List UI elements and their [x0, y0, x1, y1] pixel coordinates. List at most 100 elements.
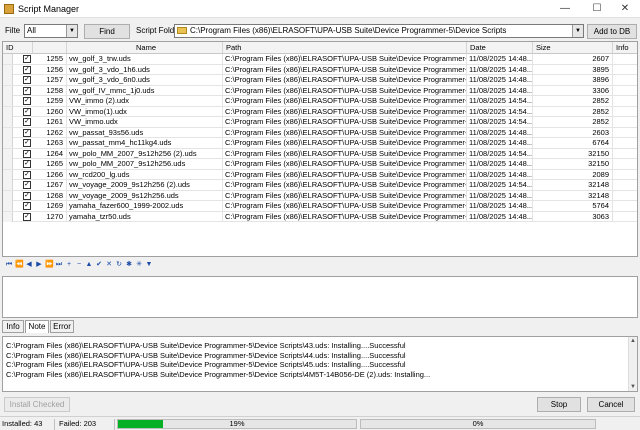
table-row[interactable]: ✓ 1269 yamaha_fazer600_1999-2002.uds C:\Pro… [3, 201, 637, 212]
table-row[interactable]: ✓ 1261 VW_immo.udx C:\Program Files (x86)\E… [3, 117, 637, 128]
nav-next-icon[interactable]: ▶ [35, 261, 43, 269]
nav-post-icon[interactable]: ✔ [95, 261, 103, 269]
nav-insert-icon[interactable]: + [65, 261, 73, 269]
row-checkbox[interactable]: ✓ [23, 212, 31, 221]
column-header-id[interactable]: ID [3, 42, 33, 54]
row-checkbox[interactable]: ✓ [23, 160, 31, 168]
cell-name: VW_immo(1).udx [67, 106, 223, 117]
nav-next-page-icon[interactable]: ⏩ [45, 261, 54, 269]
table-row[interactable]: ✓ 1266 vw_rcd200_lg.uds C:\Program Files (x… [3, 169, 637, 180]
table-row[interactable]: ✓ 1262 vw_passat_93s56.uds C:\Program Files… [3, 127, 637, 138]
nav-delete-icon[interactable]: − [75, 261, 83, 269]
stop-button[interactable]: Stop [537, 397, 581, 412]
cell-path: C:\Program Files (x86)\ELRASOFT\UPA-USB … [225, 180, 467, 190]
row-indicator[interactable] [3, 180, 13, 190]
table-row[interactable]: ✓ 1258 vw_golf_IV_mmc_1j0.uds C:\Program Fi… [3, 85, 637, 96]
row-checkbox[interactable]: ✓ [23, 107, 31, 116]
cell-id: 1264 [33, 148, 67, 159]
table-row[interactable]: ✓ 1255 vw_golf_3_trw.uds C:\Program Files (… [3, 54, 637, 65]
column-header-name[interactable]: Name [67, 42, 223, 54]
table-row[interactable]: ✓ 1257 vw_golf_3_vdo_6n0.uds C:\Program Fil… [3, 75, 637, 86]
row-indicator[interactable] [3, 85, 13, 96]
tab-info[interactable]: Info [2, 320, 24, 333]
install-checked-button[interactable]: Install Checked [4, 397, 70, 412]
nav-filter-icon[interactable]: ▼ [145, 261, 153, 269]
nav-first-icon[interactable]: ⏮ [5, 261, 13, 269]
row-checkbox[interactable]: ✓ [23, 202, 31, 210]
table-row[interactable]: ✓ 1267 vw_voyage_2009_9s12h256 (2).uds C:\P… [3, 180, 637, 191]
row-indicator[interactable] [3, 106, 13, 117]
find-button[interactable]: Find [84, 24, 130, 39]
table-row[interactable]: ✓ 1270 yamaha_tzr50.uds C:\Program Files (x… [3, 211, 637, 222]
cancel-button[interactable]: Cancel [587, 397, 635, 412]
nav-settings-icon[interactable]: ✳ [135, 261, 143, 269]
row-checkbox[interactable]: ✓ [23, 118, 31, 126]
nav-cancel-icon[interactable]: ✕ [105, 261, 113, 269]
row-indicator[interactable] [3, 138, 13, 148]
minimize-button[interactable]: — [550, 0, 580, 18]
cell-size: 5764 [533, 201, 613, 211]
log-line: C:\Program Files (x86)\ELRASOFT\UPA-USB … [6, 350, 406, 360]
table-row[interactable]: ✓ 1259 VW_immo (2).udx C:\Program Files (x8… [3, 96, 637, 107]
table-row[interactable]: ✓ 1264 vw_polo_MM_2007_9s12h256 (2).uds C:\… [3, 148, 637, 159]
script-grid[interactable]: ID Name Path Date Size Info ✓ 1255 vw_golf… [2, 41, 638, 257]
table-row[interactable]: ✓ 1260 VW_immo(1).udx C:\Program Files (x86… [3, 106, 637, 117]
table-row[interactable]: ✓ 1265 vw_polo_MM_2007_9s12h256.uds C:\Prog… [3, 159, 637, 170]
row-indicator[interactable] [3, 96, 13, 106]
nav-refresh-icon[interactable]: ↻ [115, 261, 123, 269]
row-indicator[interactable] [3, 148, 13, 159]
chevron-down-icon[interactable]: ▼ [66, 25, 77, 37]
nav-last-icon[interactable]: ⏭ [55, 261, 63, 269]
cell-info [613, 138, 637, 148]
row-checkbox[interactable]: ✓ [23, 86, 31, 95]
log-scrollbar[interactable]: ▲ ▼ [628, 337, 637, 391]
column-header-info[interactable]: Info [613, 42, 637, 54]
row-indicator[interactable] [3, 201, 13, 211]
nav-prev-page-icon[interactable]: ⏪ [15, 261, 24, 269]
cell-name: VW_immo (2).udx [67, 96, 223, 106]
row-indicator[interactable] [3, 159, 13, 169]
app-icon [4, 4, 14, 14]
install-log[interactable]: C:\Program Files (x86)\ELRASOFT\UPA-USB … [2, 336, 638, 392]
script-folder-select[interactable]: C:\Program Files (x86)\ELRASOFT\UPA-USB … [174, 24, 584, 38]
row-indicator[interactable] [3, 117, 13, 127]
scroll-up-icon[interactable]: ▲ [629, 337, 637, 345]
cell-size: 32150 [533, 148, 613, 159]
row-checkbox[interactable]: ✓ [23, 149, 31, 158]
row-indicator[interactable] [3, 54, 13, 64]
nav-apply-filter-icon[interactable]: ✱ [125, 261, 133, 269]
add-to-db-button[interactable]: Add to DB [587, 24, 637, 39]
tab-note[interactable]: Note [25, 320, 49, 333]
nav-edit-icon[interactable]: ▲ [85, 261, 93, 269]
tab-error[interactable]: Error [50, 320, 74, 333]
row-checkbox[interactable]: ✓ [23, 97, 31, 105]
row-indicator[interactable] [3, 75, 13, 85]
window-title: Script Manager [18, 4, 80, 14]
table-row[interactable]: ✓ 1256 vw_golf_3_vdo_1h6.uds C:\Program Fil… [3, 64, 637, 75]
row-indicator[interactable] [3, 211, 13, 222]
column-header-date[interactable]: Date [467, 42, 533, 54]
cell-info [613, 117, 637, 127]
row-checkbox[interactable]: ✓ [23, 65, 31, 74]
row-checkbox[interactable]: ✓ [23, 55, 31, 63]
column-header-path[interactable]: Path [223, 42, 467, 54]
chevron-down-icon[interactable]: ▼ [572, 25, 583, 37]
row-indicator[interactable] [3, 169, 13, 180]
row-checkbox[interactable]: ✓ [23, 181, 31, 189]
close-button[interactable]: ✕ [610, 0, 640, 18]
nav-prev-icon[interactable]: ◀ [25, 261, 33, 269]
filter-select[interactable]: All ▼ [24, 24, 78, 38]
column-header-size[interactable]: Size [533, 42, 613, 54]
row-checkbox[interactable]: ✓ [23, 128, 31, 137]
scroll-down-icon[interactable]: ▼ [629, 383, 637, 391]
row-indicator[interactable] [3, 190, 13, 201]
row-checkbox[interactable]: ✓ [23, 139, 31, 147]
row-indicator[interactable] [3, 64, 13, 75]
row-checkbox[interactable]: ✓ [23, 191, 31, 200]
row-indicator[interactable] [3, 127, 13, 138]
row-checkbox[interactable]: ✓ [23, 170, 31, 179]
table-row[interactable]: ✓ 1263 vw_passat_mm4_hc11kg4.uds C:\Program… [3, 138, 637, 149]
maximize-button[interactable]: ☐ [582, 0, 612, 18]
table-row[interactable]: ✓ 1268 vw_voyage_2009_9s12h256.uds C:\Progr… [3, 190, 637, 201]
row-checkbox[interactable]: ✓ [23, 76, 31, 84]
